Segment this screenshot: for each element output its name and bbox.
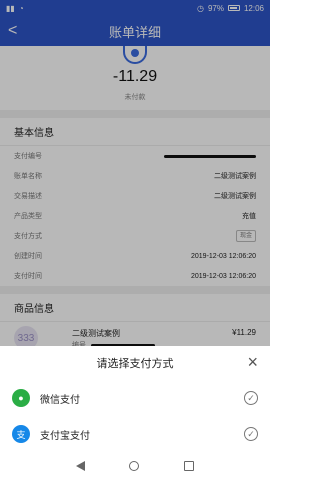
system-navigation-bar bbox=[0, 452, 270, 480]
payment-option-label: 支付宝支付 bbox=[40, 430, 90, 442]
payment-method-sheet: 请选择支付方式 × ● 微信支付 ✓ 支 支付宝支付 ✓ bbox=[0, 346, 270, 452]
wechat-icon: ● bbox=[12, 389, 30, 407]
recent-apps-icon[interactable] bbox=[183, 461, 194, 471]
modal-overlay[interactable] bbox=[0, 0, 270, 346]
payment-option-alipay[interactable]: 支 支付宝支付 ✓ bbox=[0, 416, 270, 452]
close-button[interactable]: × bbox=[247, 353, 258, 371]
check-icon[interactable]: ✓ bbox=[244, 391, 258, 405]
back-nav-icon[interactable] bbox=[76, 461, 86, 471]
home-nav-icon[interactable] bbox=[129, 461, 140, 471]
payment-option-wechat[interactable]: ● 微信支付 ✓ bbox=[0, 380, 270, 416]
alipay-icon: 支 bbox=[12, 425, 30, 443]
check-icon[interactable]: ✓ bbox=[244, 427, 258, 441]
payment-sheet-header: 请选择支付方式 × bbox=[0, 346, 270, 380]
payment-sheet-title: 请选择支付方式 bbox=[96, 358, 174, 370]
payment-option-label: 微信支付 bbox=[40, 394, 80, 406]
